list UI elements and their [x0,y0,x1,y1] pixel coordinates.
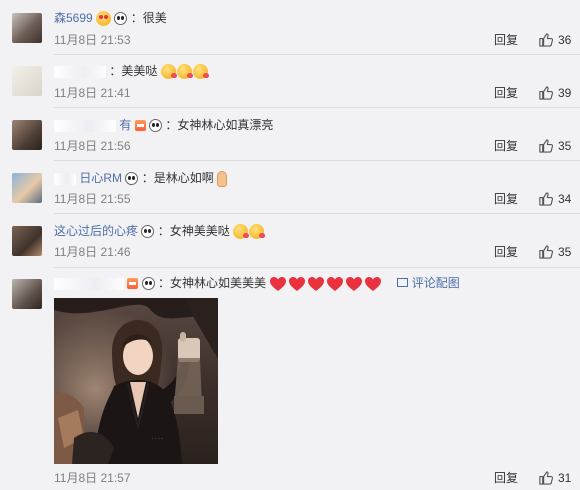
thumbs-up-icon [538,470,554,489]
like-count: 35 [558,139,572,153]
hidden-username [54,277,124,290]
red-heart-icon [288,276,306,292]
like-button[interactable]: 36 [538,32,571,48]
divider [54,213,580,214]
photo-link-label: 评论配图 [411,276,460,290]
like-count: 35 [558,245,572,259]
like-button[interactable]: 35 [538,138,571,154]
kiss-emoji-icon [176,64,193,80]
comment-text: ：女神林心如美美美 [158,276,267,290]
user-avatar[interactable] [12,226,42,256]
like-button[interactable]: 39 [538,85,571,101]
reply-button[interactable]: 回复 [494,138,518,154]
panda-icon [149,119,163,133]
reply-button[interactable]: 回复 [494,470,518,486]
divider [54,107,580,108]
image-icon [396,278,408,288]
red-heart-icon [326,276,344,292]
comment-photo[interactable]: · · · · [54,298,218,464]
username[interactable]: 这心过后的心疼 [54,224,138,238]
user-avatar[interactable] [12,13,42,43]
user-avatar[interactable] [12,279,42,309]
timestamp: 11月8日 21:53 [54,33,131,47]
timestamp: 11月8日 21:57 [54,471,131,485]
like-count: 39 [558,86,572,100]
timestamp: 11月8日 21:46 [54,245,131,259]
comment-text: ：美美哒 [109,64,158,78]
divider [54,160,580,161]
reply-button[interactable]: 回复 [494,244,518,260]
like-button[interactable]: 35 [538,244,571,260]
timestamp: 11月8日 21:56 [54,139,131,153]
hidden-username [54,65,106,78]
reply-button[interactable]: 回复 [494,191,518,207]
comment-text: ：很美 [130,11,167,25]
timestamp: 11月8日 21:41 [54,86,131,100]
panda-icon [114,12,128,26]
user-avatar[interactable] [12,66,42,96]
like-button[interactable]: 34 [538,191,571,207]
red-heart-icon [345,276,363,292]
like-button[interactable]: 31 [538,470,571,486]
thumbs-up-icon [538,191,554,210]
user-avatar[interactable] [12,173,42,203]
hidden-username [54,172,76,185]
panda-icon [125,172,139,186]
thumbs-up-icon [538,85,554,104]
reply-button[interactable]: 回复 [494,85,518,101]
timestamp: 11月8日 21:55 [54,192,131,206]
heart-eyes-emoji-icon [96,11,112,27]
panda-icon [141,277,155,291]
thumbs-up-icon [538,32,554,51]
kiss-emoji-icon [249,224,266,240]
kiss-emoji-icon [160,64,177,80]
red-heart-icon [269,276,287,292]
kiss-emoji-icon [192,64,209,80]
thumbs-up-icon [538,244,554,263]
kiss-emoji-icon [233,224,250,240]
username[interactable]: 森5699 [54,11,93,25]
hand-emoji-icon [217,170,228,187]
comment-text: ：是林心如啊 [141,171,214,185]
username[interactable]: 日心RM [79,171,122,185]
divider [54,267,580,268]
svg-text:· · · ·: · · · · [152,436,163,442]
like-count: 34 [558,192,572,206]
reply-button[interactable]: 回复 [494,32,518,48]
like-count: 36 [558,33,572,47]
vip-badge-icon [127,278,139,290]
comment-text: ：女神林心如真漂亮 [165,118,274,132]
like-count: 31 [558,471,572,485]
red-heart-icon [307,276,325,292]
vip-badge-icon [134,120,146,132]
panda-icon [141,225,155,239]
username[interactable]: 有 [119,118,131,132]
hidden-username [54,119,116,132]
comment-photo-link[interactable]: 评论配图 [396,276,460,290]
comment-text: ：女神美美哒 [157,224,230,238]
divider [54,54,580,55]
user-avatar[interactable] [12,120,42,150]
red-heart-icon [364,276,382,292]
thumbs-up-icon [538,138,554,157]
